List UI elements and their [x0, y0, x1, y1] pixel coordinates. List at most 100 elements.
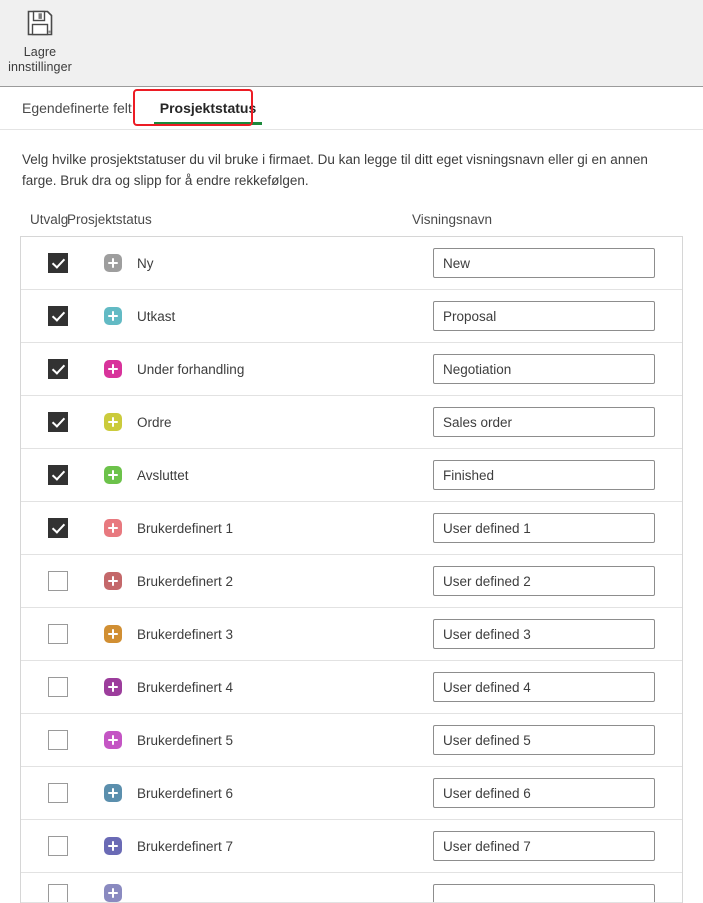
cell-status: Brukerdefinert 5 — [83, 731, 433, 749]
display-name-input[interactable] — [433, 778, 655, 808]
display-name-input[interactable] — [433, 725, 655, 755]
display-name-input[interactable] — [433, 460, 655, 490]
cell-status: Brukerdefinert 2 — [83, 572, 433, 590]
status-label: Brukerdefinert 7 — [137, 839, 233, 854]
color-plus-swatch-icon[interactable] — [104, 837, 122, 855]
table-row[interactable]: Utkast — [21, 290, 682, 343]
cell-display-name — [433, 301, 682, 331]
table-row[interactable]: Brukerdefinert 2 — [21, 555, 682, 608]
cell-status: Ordre — [83, 413, 433, 431]
column-header-utvalg: Utvalg — [0, 212, 62, 227]
cell-select — [21, 677, 83, 697]
color-plus-swatch-icon[interactable] — [104, 466, 122, 484]
display-name-input[interactable] — [433, 831, 655, 861]
cell-select — [21, 253, 83, 273]
page-description: Velg hvilke prosjektstatuser du vil bruk… — [22, 149, 679, 191]
column-header-prosjektstatus: Prosjektstatus — [62, 212, 412, 227]
table-row[interactable]: Brukerdefinert 1 — [21, 502, 682, 555]
color-plus-swatch-icon[interactable] — [104, 360, 122, 378]
color-plus-swatch-icon[interactable] — [104, 884, 122, 902]
checkbox-checked[interactable] — [48, 359, 68, 379]
display-name-input[interactable] — [433, 619, 655, 649]
checkbox-unchecked[interactable] — [48, 730, 68, 750]
table-row[interactable]: Brukerdefinert 5 — [21, 714, 682, 767]
table-row[interactable]: Avsluttet — [21, 449, 682, 502]
display-name-input[interactable] — [433, 248, 655, 278]
cell-display-name — [433, 248, 682, 278]
display-name-input[interactable] — [433, 354, 655, 384]
cell-display-name — [433, 619, 682, 649]
status-label: Utkast — [137, 309, 175, 324]
table-row[interactable]: Under forhandling — [21, 343, 682, 396]
cell-status — [83, 873, 433, 902]
color-plus-swatch-icon[interactable] — [104, 519, 122, 537]
table-row[interactable]: Ny — [21, 237, 682, 290]
display-name-input[interactable] — [433, 301, 655, 331]
color-plus-swatch-icon[interactable] — [104, 784, 122, 802]
status-label: Avsluttet — [137, 468, 189, 483]
cell-status: Brukerdefinert 4 — [83, 678, 433, 696]
color-plus-swatch-icon[interactable] — [104, 572, 122, 590]
checkbox-checked[interactable] — [48, 412, 68, 432]
cell-status: Utkast — [83, 307, 433, 325]
checkbox-unchecked[interactable] — [48, 783, 68, 803]
status-label: Brukerdefinert 5 — [137, 733, 233, 748]
cell-status: Ny — [83, 254, 433, 272]
display-name-input[interactable] — [433, 513, 655, 543]
table-row[interactable]: Brukerdefinert 7 — [21, 820, 682, 873]
cell-status: Brukerdefinert 3 — [83, 625, 433, 643]
cell-display-name — [433, 513, 682, 543]
cell-display-name — [433, 407, 682, 437]
color-plus-swatch-icon[interactable] — [104, 625, 122, 643]
status-label: Brukerdefinert 3 — [137, 627, 233, 642]
table-row[interactable]: Brukerdefinert 3 — [21, 608, 682, 661]
cell-status: Brukerdefinert 1 — [83, 519, 433, 537]
checkbox-checked[interactable] — [48, 465, 68, 485]
color-plus-swatch-icon[interactable] — [104, 307, 122, 325]
cell-select — [21, 783, 83, 803]
cell-display-name — [433, 873, 682, 903]
cell-status: Brukerdefinert 6 — [83, 784, 433, 802]
checkbox-checked[interactable] — [48, 306, 68, 326]
cell-display-name — [433, 778, 682, 808]
color-plus-swatch-icon[interactable] — [104, 678, 122, 696]
checkbox-unchecked[interactable] — [48, 677, 68, 697]
project-status-table: Ny Utkast Under forhandling Ordre Avsluttet B… — [20, 236, 683, 903]
color-plus-swatch-icon[interactable] — [104, 254, 122, 272]
tab-label: Egendefinerte felt — [22, 100, 132, 116]
checkbox-unchecked[interactable] — [48, 624, 68, 644]
save-settings-button[interactable]: Lagre innstillinger — [2, 0, 78, 75]
cell-display-name — [433, 460, 682, 490]
cell-select — [21, 624, 83, 644]
cell-select — [21, 518, 83, 538]
tab-egendefinerte-felt[interactable]: Egendefinerte felt — [8, 87, 146, 129]
checkbox-checked[interactable] — [48, 253, 68, 273]
display-name-input[interactable] — [433, 566, 655, 596]
color-plus-swatch-icon[interactable] — [104, 731, 122, 749]
table-row[interactable]: Brukerdefinert 6 — [21, 767, 682, 820]
cell-select — [21, 359, 83, 379]
color-plus-swatch-icon[interactable] — [104, 413, 122, 431]
ribbon-toolbar: Lagre innstillinger — [0, 0, 703, 87]
table-row[interactable]: Brukerdefinert 4 — [21, 661, 682, 714]
checkbox-checked[interactable] — [48, 518, 68, 538]
cell-status: Brukerdefinert 7 — [83, 837, 433, 855]
table-row[interactable] — [21, 873, 682, 903]
checkbox-unchecked[interactable] — [48, 571, 68, 591]
status-label: Under forhandling — [137, 362, 244, 377]
cell-select — [21, 836, 83, 856]
cell-select — [21, 306, 83, 326]
checkbox-unchecked[interactable] — [48, 836, 68, 856]
display-name-input[interactable] — [433, 407, 655, 437]
column-header-visningsnavn: Visningsnavn — [412, 212, 703, 227]
tab-prosjektstatus[interactable]: Prosjektstatus — [146, 87, 270, 129]
tab-strip: Egendefinerte felt Prosjektstatus — [0, 87, 703, 130]
save-label-line2: innstillinger — [8, 60, 72, 74]
cell-select — [21, 730, 83, 750]
status-label: Brukerdefinert 4 — [137, 680, 233, 695]
status-label: Ordre — [137, 415, 172, 430]
status-label: Brukerdefinert 2 — [137, 574, 233, 589]
display-name-input[interactable] — [433, 672, 655, 702]
tab-label: Prosjektstatus — [160, 100, 256, 116]
table-row[interactable]: Ordre — [21, 396, 682, 449]
